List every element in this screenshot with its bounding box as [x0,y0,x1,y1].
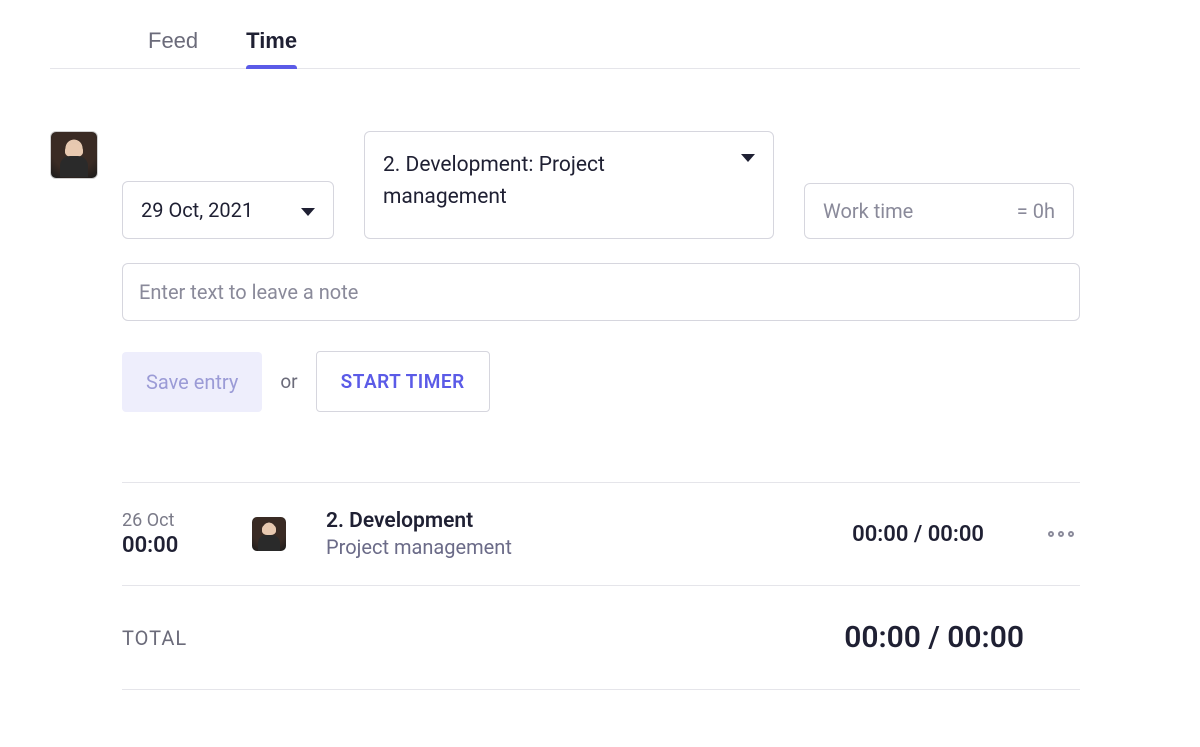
tab-feed[interactable]: Feed [148,20,198,68]
avatar-column [50,131,98,412]
form-column: 29 Oct, 2021 2. Development: Project man… [122,131,1080,412]
worktime-value: = 0h [1017,199,1055,223]
project-select[interactable]: 2. Development: Project management [364,131,774,239]
entry-title: 2. Development [326,509,812,533]
more-options-icon[interactable] [1042,525,1080,543]
entry-date: 26 Oct [122,510,212,531]
worktime-input[interactable]: Work time = 0h [804,183,1074,239]
project-value: 2. Development: Project management [383,150,721,213]
tab-time[interactable]: Time [246,20,297,68]
start-timer-button[interactable]: START TIMER [316,351,490,412]
form-row-selectors: 29 Oct, 2021 2. Development: Project man… [122,131,1080,239]
entry-time-stats: 00:00 / 00:00 [852,522,984,547]
user-avatar[interactable] [50,131,98,179]
entry-date-column: 26 Oct 00:00 [122,510,212,558]
chevron-down-icon [301,208,315,216]
total-row: TOTAL 00:00 / 00:00 [122,586,1080,690]
entry-form: 29 Oct, 2021 2. Development: Project man… [50,131,1080,412]
total-label: TOTAL [122,626,187,650]
actions-row: Save entry or START TIMER [122,351,1080,412]
worktime-label: Work time [823,199,913,223]
entry-user-avatar[interactable] [252,517,286,551]
save-entry-button[interactable]: Save entry [122,352,262,412]
time-entry-row: 26 Oct 00:00 2. Development Project mana… [122,482,1080,586]
entry-description: 2. Development Project management [326,509,812,559]
chevron-down-icon [741,154,755,162]
entry-duration: 00:00 [122,533,212,558]
total-value: 00:00 / 00:00 [844,620,1080,655]
entries-list: 26 Oct 00:00 2. Development Project mana… [122,482,1080,690]
entry-subtitle: Project management [326,535,812,559]
note-input[interactable] [122,263,1080,321]
date-value: 29 Oct, 2021 [141,198,253,222]
date-picker[interactable]: 29 Oct, 2021 [122,181,334,239]
or-label: or [280,370,297,393]
tabs-nav: Feed Time [50,20,1080,69]
